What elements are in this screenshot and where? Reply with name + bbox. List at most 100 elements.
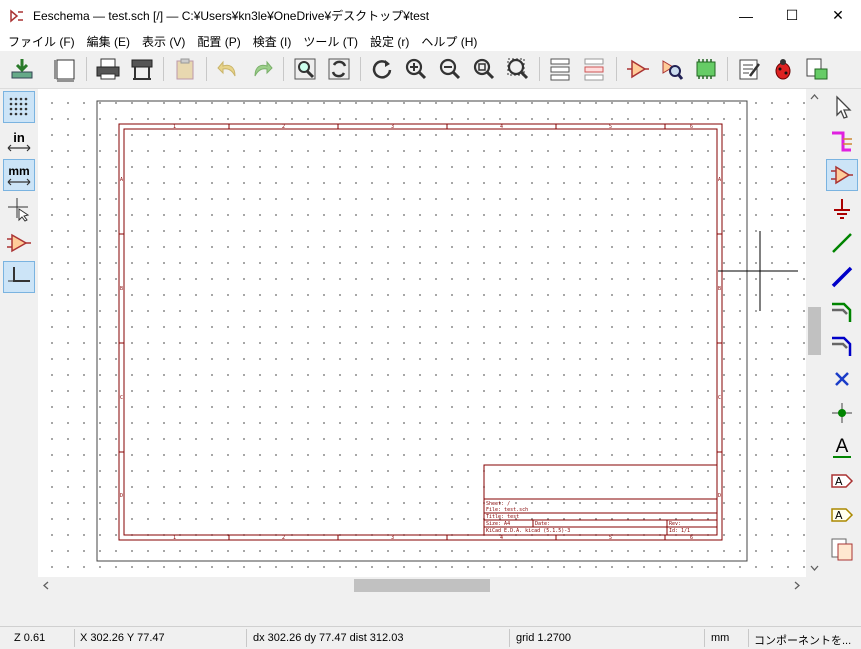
border-row-label: C [718,395,721,401]
erc-icon[interactable] [768,54,798,84]
select-icon[interactable] [826,91,858,123]
border-row-label: A [120,177,123,183]
title-bar: Eeschema — test.sch [/] — C:¥Users¥kn3le… [0,0,861,31]
save-icon[interactable] [7,54,37,84]
svg-text:A: A [835,475,843,488]
border-col-label: 5 [609,124,612,130]
annotate-icon[interactable] [734,54,764,84]
maximize-button[interactable]: ☐ [769,0,815,31]
menu-preferences[interactable]: 設定 (r) [364,33,415,50]
symbol-editor-icon[interactable] [623,54,653,84]
close-button[interactable]: ✕ [815,0,861,31]
add-bus-icon[interactable] [826,261,858,293]
highlight-net-icon[interactable] [826,125,858,157]
border-row-label: B [718,286,721,292]
scroll-left-icon[interactable] [43,581,49,590]
eeschema-app-icon [10,8,23,23]
page-settings-icon[interactable] [50,54,80,84]
title-block-kicad: KiCad E.D.A. kicad (5.1.5)-3 [486,528,570,534]
wire-angle-icon[interactable] [3,261,35,293]
title-block-rev: Rev: [669,521,681,527]
plot-icon[interactable] [127,54,157,84]
svg-text:A: A [835,509,843,522]
border-col-label: 4 [500,124,503,130]
find-icon[interactable] [290,54,320,84]
menu-help[interactable]: ヘルプ (H) [415,33,483,50]
menu-tools[interactable]: ツール (T) [297,33,364,50]
add-power-icon[interactable] [826,193,858,225]
zoom-in-icon[interactable] [401,54,431,84]
scroll-down-icon[interactable] [810,565,819,571]
redraw-icon[interactable] [367,54,397,84]
border-row-label: A [718,177,721,183]
status-delta: dx 302.26 dy 77.47 dist 312.03 [253,632,404,644]
wire-bus-entry-icon[interactable] [826,295,858,327]
no-connect-icon[interactable] [826,363,858,395]
vertical-scrollbar[interactable] [806,89,823,577]
status-zoom: Z 0.61 [14,632,46,644]
zoom-selection-icon[interactable] [503,54,533,84]
menu-bar: ファイル (F) 編集 (E) 表示 (V) 配置 (P) 検査 (I) ツール… [0,31,861,51]
title-block [483,464,718,536]
border-col-label: 3 [391,535,394,541]
scroll-up-icon[interactable] [810,94,819,100]
hierarchy-navigator-icon[interactable] [546,54,576,84]
border-col-label: 2 [282,124,285,130]
main-toolbar [0,51,861,89]
hierarchical-label-icon[interactable]: A [826,499,858,531]
undo-icon[interactable] [213,54,243,84]
bom-icon[interactable] [802,54,832,84]
hidden-pins-icon[interactable] [3,227,35,259]
menu-edit[interactable]: 編集 (E) [81,33,136,50]
netlist-icon[interactable] [691,54,721,84]
units-inch-label: in [13,129,25,145]
paste-icon[interactable] [170,54,200,84]
units-mm-icon[interactable]: mm [3,159,35,191]
print-icon[interactable] [93,54,123,84]
border-row-label: C [120,395,123,401]
horizontal-scroll-thumb[interactable] [354,579,490,592]
scroll-right-icon[interactable] [794,581,800,590]
menu-view[interactable]: 表示 (V) [136,33,191,50]
redo-icon[interactable] [247,54,277,84]
add-symbol-icon[interactable] [826,159,858,191]
right-toolbar: A A A [823,89,861,599]
hierarchical-sheet-icon[interactable] [826,533,858,565]
menu-inspect[interactable]: 検査 (I) [247,33,298,50]
add-wire-icon[interactable] [826,227,858,259]
title-block-id: Id: 1/1 [669,528,690,534]
border-col-label: 2 [282,535,285,541]
schematic-canvas[interactable]: 1 2 3 4 5 6 1 2 3 4 5 6 A B C D A B C D [38,89,806,577]
horizontal-scrollbar[interactable] [38,577,806,594]
title-block-title: Title: test [486,514,519,520]
border-row-label: B [120,286,123,292]
menu-file[interactable]: ファイル (F) [2,33,81,50]
border-col-label: 6 [690,124,693,130]
border-col-label: 3 [391,124,394,130]
grid-toggle-icon[interactable] [3,91,35,123]
border-col-label: 6 [690,535,693,541]
window-title: Eeschema — test.sch [/] — C:¥Users¥kn3le… [33,9,430,23]
menu-place[interactable]: 配置 (P) [191,33,246,50]
message-panel [0,594,861,626]
units-inch-icon[interactable]: in [3,125,35,157]
units-mm-label: mm [8,163,30,178]
find-replace-icon[interactable] [324,54,354,84]
vertical-scroll-thumb[interactable] [808,307,821,355]
cursor-shape-icon[interactable] [3,193,35,225]
zoom-out-icon[interactable] [435,54,465,84]
bus-bus-entry-icon[interactable] [826,329,858,361]
left-toolbar: in mm [0,89,38,599]
zoom-fit-icon[interactable] [469,54,499,84]
border-row-label: D [120,493,123,499]
global-label-icon[interactable]: A [826,465,858,497]
border-row-label: D [718,493,721,499]
status-cursor-position: X 302.26 Y 77.47 [80,632,165,644]
crosshair-cursor [718,231,798,311]
leave-sheet-icon[interactable] [580,54,610,84]
symbol-browser-icon[interactable] [657,54,687,84]
minimize-button[interactable]: — [723,0,769,31]
border-col-label: 1 [173,535,176,541]
net-label-icon[interactable]: A [826,431,858,463]
junction-icon[interactable] [826,397,858,429]
